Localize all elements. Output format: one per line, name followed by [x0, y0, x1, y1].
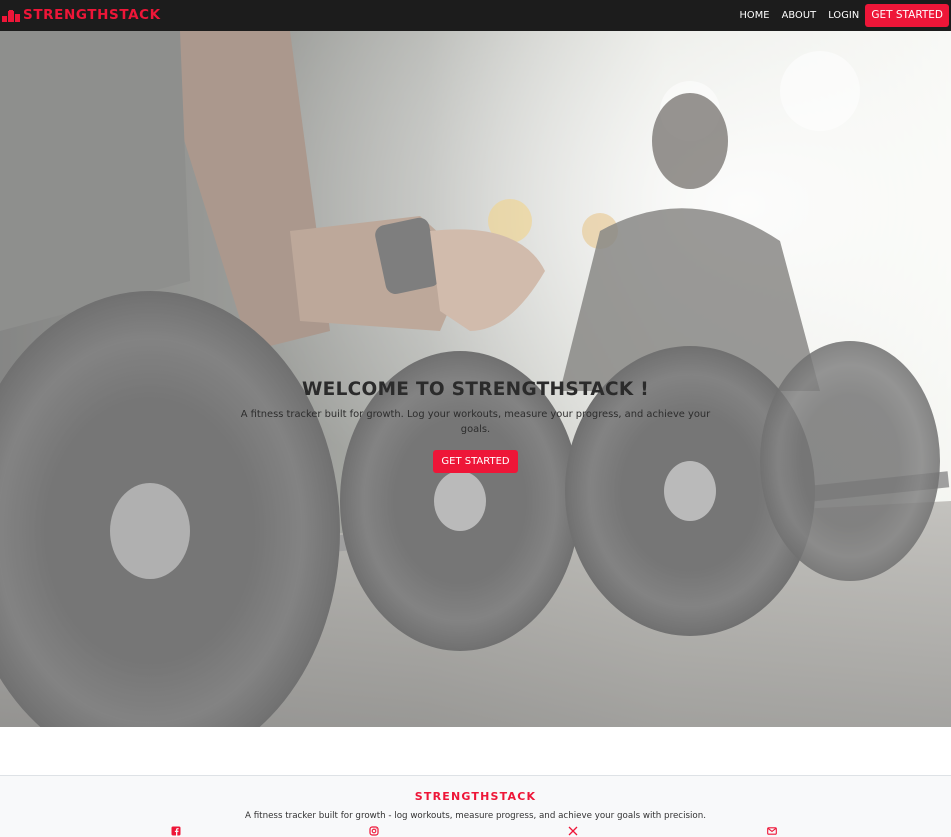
nav-get-started-button[interactable]: GET STARTED — [865, 4, 949, 27]
nav-link-home[interactable]: HOME — [739, 10, 769, 21]
envelope-icon[interactable] — [767, 826, 777, 836]
navbar: STRENGTHSTACK HOME ABOUT LOGIN GET START… — [0, 0, 951, 31]
footer: STRENGTHSTACK A fitness tracker built fo… — [0, 775, 951, 837]
hero-get-started-button[interactable]: GET STARTED — [433, 450, 518, 473]
brand-link[interactable]: STRENGTHSTACK — [0, 0, 161, 31]
hero-section: WELCOME TO STRENGTHSTACK ! A fitness tra… — [0, 31, 951, 727]
footer-tagline: A fitness tracker built for growth - log… — [244, 811, 707, 821]
hero-title: WELCOME TO STRENGTHSTACK ! — [301, 379, 650, 400]
hero-content: WELCOME TO STRENGTHSTACK ! A fitness tra… — [0, 377, 951, 473]
footer-social-links — [0, 824, 951, 837]
nav-link-about[interactable]: ABOUT — [782, 10, 817, 21]
nav-link-login[interactable]: LOGIN — [828, 10, 859, 21]
brand-name: STRENGTHSTACK — [23, 6, 161, 23]
instagram-icon[interactable] — [369, 826, 379, 836]
footer-brand: STRENGTHSTACK — [414, 790, 537, 803]
podium-icon — [2, 9, 20, 22]
facebook-icon[interactable] — [171, 826, 181, 836]
x-icon[interactable] — [568, 826, 578, 836]
nav-links: HOME ABOUT LOGIN GET STARTED — [739, 0, 949, 31]
hero-subtitle: A fitness tracker built for growth. Log … — [240, 409, 711, 435]
